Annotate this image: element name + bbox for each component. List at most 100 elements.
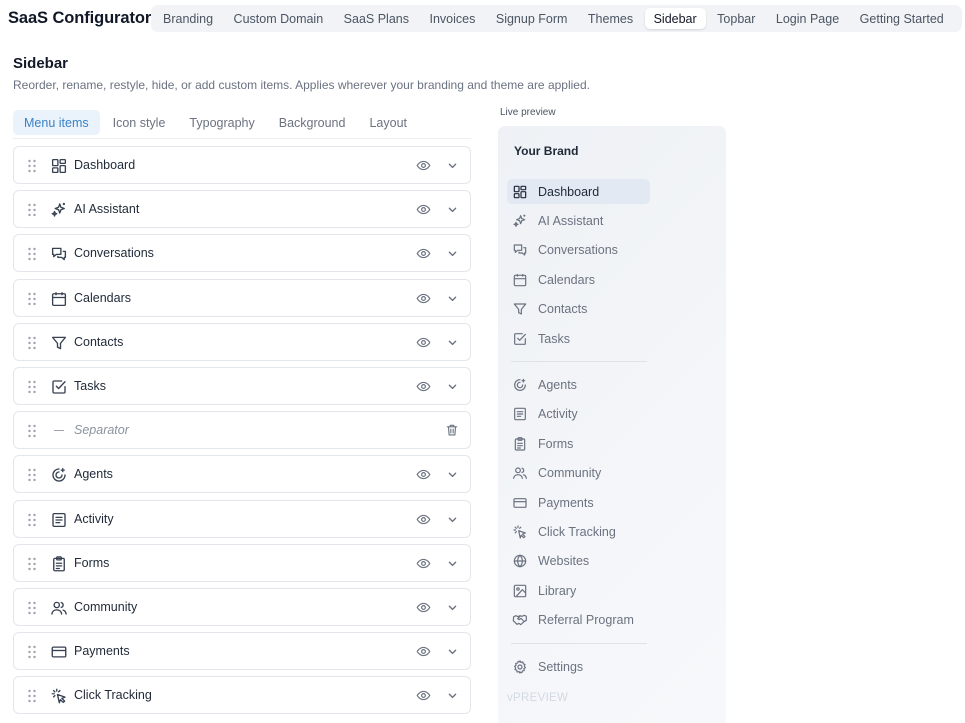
preview-item-label: Tasks <box>538 332 570 346</box>
chevron-down-icon[interactable] <box>445 335 460 350</box>
drag-handle-icon[interactable] <box>27 336 37 350</box>
tab-themes[interactable]: Themes <box>579 8 642 29</box>
menu-item-row-ai-assistant[interactable]: AI Assistant <box>13 190 471 229</box>
preview-item-label: Calendars <box>538 273 595 287</box>
drag-handle-icon[interactable] <box>27 468 37 482</box>
subtab-background[interactable]: Background <box>268 110 357 135</box>
chevron-down-icon[interactable] <box>445 512 460 527</box>
tab-branding[interactable]: Branding <box>154 8 222 29</box>
preview-item-settings[interactable]: Settings <box>507 654 650 679</box>
separator-row[interactable]: Separator <box>13 411 471 450</box>
visibility-eye-icon[interactable] <box>416 335 431 350</box>
chevron-down-icon[interactable] <box>445 202 460 217</box>
globe-icon <box>512 553 528 569</box>
chevron-down-icon[interactable] <box>445 644 460 659</box>
chevron-down-icon[interactable] <box>445 379 460 394</box>
visibility-eye-icon[interactable] <box>416 246 431 261</box>
menu-item-row-activity[interactable]: Activity <box>13 499 471 538</box>
menu-item-row-dashboard[interactable]: Dashboard <box>13 146 471 184</box>
drag-handle-icon[interactable] <box>27 557 37 571</box>
funnel-icon <box>50 334 68 352</box>
drag-handle-icon[interactable] <box>27 292 37 306</box>
drag-handle-icon[interactable] <box>27 513 37 527</box>
drag-handle-icon[interactable] <box>27 689 37 703</box>
preview-item-tasks[interactable]: Tasks <box>507 326 650 351</box>
page-subtitle: Reorder, rename, restyle, hide, or add c… <box>13 78 590 92</box>
preview-item-activity[interactable]: Activity <box>507 401 650 426</box>
topbar: SaaS Configurator Branding Custom Domain S… <box>0 0 965 38</box>
menu-item-row-payments[interactable]: Payments <box>13 632 471 671</box>
drag-handle-icon[interactable] <box>27 203 37 217</box>
subtab-menu-items[interactable]: Menu items <box>13 110 100 135</box>
chevron-down-icon[interactable] <box>445 246 460 261</box>
chevron-down-icon[interactable] <box>445 467 460 482</box>
visibility-eye-icon[interactable] <box>416 600 431 615</box>
visibility-eye-icon[interactable] <box>416 512 431 527</box>
preview-item-library[interactable]: Library <box>507 578 650 603</box>
visibility-eye-icon[interactable] <box>416 556 431 571</box>
menu-item-row-agents[interactable]: Agents <box>13 455 471 494</box>
visibility-eye-icon[interactable] <box>416 644 431 659</box>
menu-item-row-calendars[interactable]: Calendars <box>13 278 471 317</box>
preview-item-contacts[interactable]: Contacts <box>507 296 650 321</box>
visibility-eye-icon[interactable] <box>416 202 431 217</box>
visibility-eye-icon[interactable] <box>416 688 431 703</box>
chevron-down-icon[interactable] <box>445 556 460 571</box>
chevron-down-icon[interactable] <box>445 158 460 173</box>
menu-items-list: Dashboard AI Assistant Conversations Calend… <box>13 146 471 720</box>
drag-handle-icon[interactable] <box>27 645 37 659</box>
drag-handle-icon[interactable] <box>27 159 37 173</box>
tab-saas-plans[interactable]: SaaS Plans <box>335 8 418 29</box>
drag-handle-icon[interactable] <box>27 424 37 438</box>
tab-getting-started[interactable]: Getting Started <box>851 8 953 29</box>
activity-icon <box>50 511 68 529</box>
preview-item-click-tracking[interactable]: Click Tracking <box>507 519 650 544</box>
agents-icon <box>512 377 528 393</box>
subtab-typography[interactable]: Typography <box>178 110 265 135</box>
dashboard-icon <box>512 184 528 200</box>
chevron-down-icon[interactable] <box>445 600 460 615</box>
menu-item-row-contacts[interactable]: Contacts <box>13 322 471 361</box>
card-icon <box>512 495 528 511</box>
visibility-eye-icon[interactable] <box>416 291 431 306</box>
visibility-eye-icon[interactable] <box>416 379 431 394</box>
tab-invoices[interactable]: Invoices <box>421 8 485 29</box>
drag-handle-icon[interactable] <box>27 247 37 261</box>
checkbox-icon <box>50 378 68 396</box>
tab-sidebar[interactable]: Sidebar <box>644 8 706 29</box>
menu-item-label: Contacts <box>74 334 124 349</box>
menu-item-row-forms[interactable]: Forms <box>13 543 471 582</box>
menu-item-row-tasks[interactable]: Tasks <box>13 366 471 405</box>
menu-item-row-conversations[interactable]: Conversations <box>13 234 471 273</box>
preview-item-agents[interactable]: Agents <box>507 372 650 397</box>
preview-item-forms[interactable]: Forms <box>507 431 650 456</box>
preview-item-payments[interactable]: Payments <box>507 490 650 515</box>
preview-item-referral-program[interactable]: Referral Program <box>507 607 650 632</box>
tab-topbar[interactable]: Topbar <box>708 8 764 29</box>
chevron-down-icon[interactable] <box>445 688 460 703</box>
drag-handle-icon[interactable] <box>27 601 37 615</box>
preview-item-label: Agents <box>538 378 577 392</box>
preview-item-community[interactable]: Community <box>507 460 650 485</box>
tab-signup-form[interactable]: Signup Form <box>487 8 577 29</box>
subtab-layout[interactable]: Layout <box>358 110 418 135</box>
preview-item-ai-assistant[interactable]: AI Assistant <box>507 208 650 233</box>
visibility-eye-icon[interactable] <box>416 158 431 173</box>
tab-login-page[interactable]: Login Page <box>767 8 848 29</box>
chat-icon <box>512 242 528 258</box>
tab-custom-domain[interactable]: Custom Domain <box>225 8 333 29</box>
subtab-icon-style[interactable]: Icon style <box>102 110 177 135</box>
preview-item-label: Referral Program <box>538 613 634 627</box>
preview-item-dashboard[interactable]: Dashboard <box>507 179 650 204</box>
preview-item-label: Settings <box>538 660 584 674</box>
visibility-eye-icon[interactable] <box>416 467 431 482</box>
preview-item-conversations[interactable]: Conversations <box>507 237 650 262</box>
preview-item-label: Library <box>538 584 577 598</box>
preview-item-websites[interactable]: Websites <box>507 548 650 573</box>
menu-item-row-community[interactable]: Community <box>13 587 471 626</box>
preview-item-calendars[interactable]: Calendars <box>507 267 650 292</box>
delete-icon[interactable] <box>445 423 459 438</box>
menu-item-row-click-tracking[interactable]: Click Tracking <box>13 676 471 715</box>
drag-handle-icon[interactable] <box>27 380 37 394</box>
chevron-down-icon[interactable] <box>445 291 460 306</box>
